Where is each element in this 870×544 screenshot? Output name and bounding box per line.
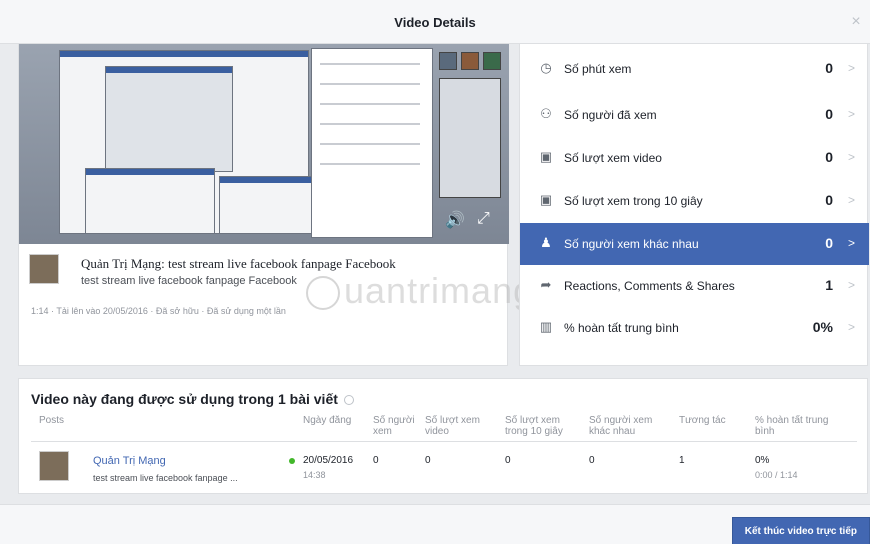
chevron-right-icon: >: [847, 107, 855, 121]
post-time: 14:38: [303, 470, 326, 480]
post-link[interactable]: Quản Trị Mạng: [93, 455, 166, 467]
metric-row[interactable]: ⚇ Số người đã xem 0 >: [520, 94, 869, 136]
video-views-icon: ▣: [539, 149, 553, 164]
video-window-controls: [219, 176, 317, 234]
post-text: test stream live facebook fanpage ...: [93, 473, 238, 483]
post-unique-viewers: 0: [589, 455, 595, 466]
person-icon: ♟: [540, 235, 552, 250]
post-engagement: 1: [679, 455, 685, 466]
column-engagement[interactable]: Tương tác: [679, 415, 726, 426]
metric-row[interactable]: ▣ Số lượt xem trong 10 giây 0 >: [520, 180, 869, 222]
video-player[interactable]: 🔊 ⤢: [19, 44, 509, 244]
watermark-logo-icon: [306, 276, 340, 311]
posts-heading: Video này đang được sử dụng trong 1 bài …: [31, 391, 354, 407]
chevron-right-icon: >: [847, 236, 855, 250]
expand-icon[interactable]: ⤢: [477, 210, 490, 228]
chevron-right-icon: >: [847, 278, 855, 292]
post-date: 20/05/2016 14:38: [303, 455, 353, 480]
metric-label: Số người đã xem: [564, 108, 657, 122]
live-status-dot: [289, 458, 295, 464]
metric-row[interactable]: ➦ Reactions, Comments & Shares 1 >: [520, 265, 869, 307]
volume-icon[interactable]: 🔊: [445, 210, 465, 230]
video-tile: [461, 52, 479, 70]
video-window-dialog: [85, 168, 215, 234]
metric-row[interactable]: ♟ Số người xem khác nhau 0 >: [520, 223, 869, 265]
metric-value: 0: [825, 60, 833, 76]
video-tile: [439, 52, 457, 70]
video-meta: 1:14 · Tải lên vào 20/05/2016 · Đã sở hữ…: [31, 306, 286, 316]
metric-value: 1: [825, 277, 833, 293]
column-unique-viewers[interactable]: Số người xem khác nhau: [589, 415, 665, 437]
metric-label: Số lượt xem trong 10 giây: [564, 194, 703, 208]
video-stats-pane: [311, 48, 433, 238]
column-views-10s[interactable]: Số lượt xem trong 10 giây: [505, 415, 575, 437]
chevron-right-icon: >: [847, 150, 855, 164]
column-completion[interactable]: % hoàn tất trung bình: [755, 415, 847, 437]
post-viewers: 0: [373, 455, 379, 466]
chevron-right-icon: >: [847, 61, 855, 75]
column-posts[interactable]: Posts: [39, 415, 64, 426]
video-sidebar: [439, 78, 501, 198]
column-viewers[interactable]: Số người xem: [373, 415, 421, 437]
post-completion-sub: 0:00 / 1:14: [755, 470, 798, 480]
column-date[interactable]: Ngày đăng: [303, 415, 351, 426]
video-tile: [483, 52, 501, 70]
post-views-10s: 0: [505, 455, 511, 466]
dialog-title: Video Details: [394, 15, 476, 30]
chevron-right-icon: >: [847, 320, 855, 334]
clock-icon: ◷: [540, 60, 552, 75]
close-icon[interactable]: ×: [848, 14, 864, 30]
column-video-views[interactable]: Số lượt xem video: [425, 415, 487, 437]
metric-value: 0: [825, 235, 833, 251]
post-completion-value: 0%: [755, 455, 770, 466]
dialog-titlebar: Video Details ×: [0, 0, 870, 44]
people-icon: ⚇: [540, 106, 552, 121]
metric-value: 0: [825, 192, 833, 208]
metric-row[interactable]: ◷ Số phút xem 0 >: [520, 48, 869, 90]
post-video-views: 0: [425, 455, 431, 466]
video-10s-icon: ▣: [539, 192, 553, 207]
chevron-right-icon: >: [847, 193, 855, 207]
metric-row[interactable]: ▥ % hoàn tất trung bình 0% >: [520, 307, 869, 349]
video-panel: 🔊 ⤢ Quản Trị Mạng: test stream live face…: [18, 44, 509, 366]
post-date-value: 20/05/2016: [303, 455, 354, 466]
posts-heading-text: Video này đang được sử dụng trong 1 bài …: [31, 391, 338, 407]
end-live-video-button[interactable]: Kết thúc video trực tiếp: [731, 517, 870, 544]
video-window-nested: [105, 66, 233, 172]
metric-label: Số người xem khác nhau: [564, 237, 699, 251]
metrics-panel: ◷ Số phút xem 0 > ⚇ Số người đã xem 0 > ▣ Số lượt…: [519, 44, 869, 366]
video-owner-avatar: [29, 254, 59, 284]
metric-label: Reactions, Comments & Shares: [564, 279, 735, 293]
watermark-text: uantrimang: [344, 270, 535, 311]
dialog-footer: Kết thúc video trực tiếp: [0, 504, 870, 544]
video-details-dialog: Video Details × 🔊 ⤢ Quản Trị Mạng: test …: [0, 0, 870, 544]
watermark: uantrimang: [306, 270, 534, 312]
post-thumbnail[interactable]: [39, 451, 69, 481]
metric-value: 0: [825, 106, 833, 122]
film-icon: ▥: [539, 319, 553, 334]
info-icon[interactable]: [343, 395, 354, 406]
posts-panel: Video này đang được sử dụng trong 1 bài …: [18, 378, 868, 494]
metric-row[interactable]: ▣ Số lượt xem video 0 >: [520, 137, 869, 179]
video-description: test stream live facebook fanpage Facebo…: [81, 275, 297, 287]
share-icon: ➦: [540, 277, 552, 292]
metric-value: 0: [825, 149, 833, 165]
metric-label: % hoàn tất trung bình: [564, 321, 679, 335]
post-completion: 0% 0:00 / 1:14: [755, 455, 798, 480]
metric-value: 0%: [812, 319, 833, 335]
table-divider: [31, 441, 857, 442]
metric-label: Số lượt xem video: [564, 151, 662, 165]
metric-label: Số phút xem: [564, 62, 632, 76]
